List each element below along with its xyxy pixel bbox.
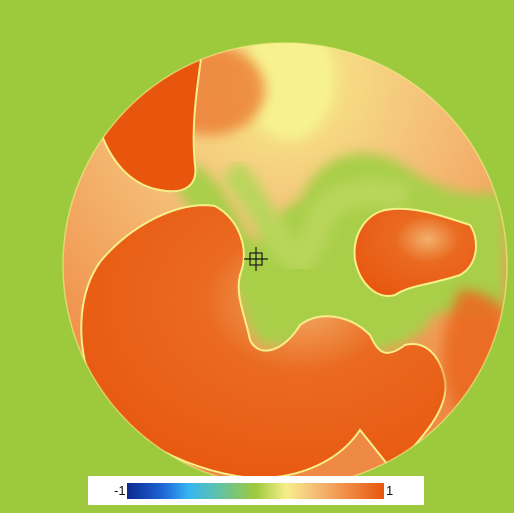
colorbar-legend: -1 1 bbox=[88, 476, 424, 505]
colorbar-min-label: -1 bbox=[114, 483, 126, 498]
colorbar-max-label: 1 bbox=[386, 483, 394, 498]
colorbar-gradient bbox=[127, 483, 384, 499]
simulation-viewport[interactable] bbox=[0, 0, 514, 513]
field-domain bbox=[63, 43, 507, 487]
